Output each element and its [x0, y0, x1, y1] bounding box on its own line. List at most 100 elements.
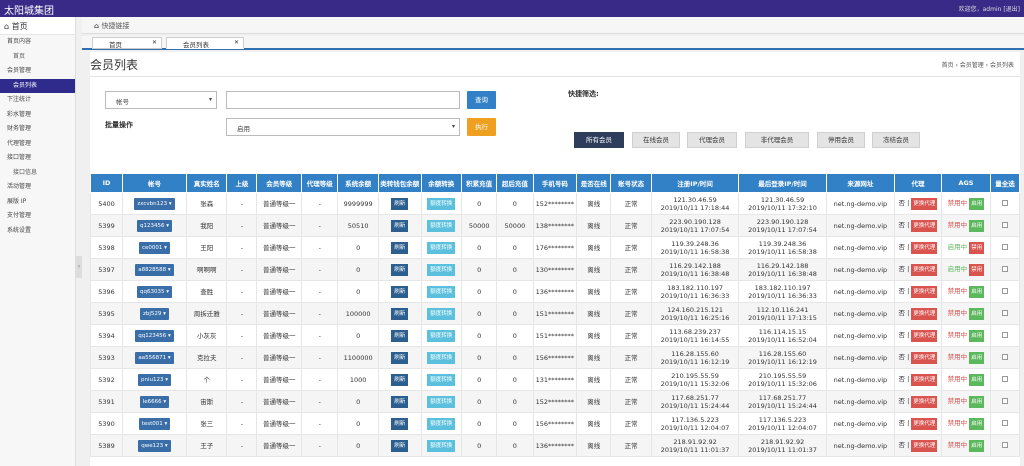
account-dropdown[interactable]: qq123456 ▾: [135, 329, 174, 342]
row-checkbox[interactable]: [1002, 287, 1008, 294]
row-checkbox[interactable]: [1002, 221, 1008, 228]
sidebar-item[interactable]: 首页内容: [0, 35, 75, 50]
search-input[interactable]: [226, 91, 460, 109]
refresh-button[interactable]: 刷新: [391, 395, 409, 408]
refresh-button[interactable]: 刷新: [391, 329, 409, 342]
row-checkbox[interactable]: [1002, 441, 1008, 448]
account-dropdown[interactable]: aa556871 ▾: [135, 351, 174, 364]
refresh-button[interactable]: 刷新: [391, 197, 409, 210]
tab-member-list[interactable]: 会员列表 ✕: [166, 37, 244, 49]
enable-button[interactable]: 启用: [969, 351, 985, 364]
enable-button[interactable]: 启用: [969, 329, 985, 342]
disable-button[interactable]: 禁用: [969, 241, 985, 254]
row-checkbox[interactable]: [1002, 309, 1008, 316]
enable-button[interactable]: 启用: [969, 219, 985, 232]
enable-button[interactable]: 启用: [969, 395, 985, 408]
close-icon[interactable]: ✕: [152, 39, 157, 46]
sidebar-home[interactable]: ⌂ 首页: [0, 17, 75, 35]
refresh-button[interactable]: 刷新: [391, 285, 409, 298]
change-proxy-button[interactable]: 更换代理: [911, 197, 938, 210]
row-checkbox[interactable]: [1002, 243, 1008, 250]
close-icon[interactable]: ✕: [234, 39, 239, 46]
refresh-button[interactable]: 刷新: [391, 241, 409, 254]
account-dropdown[interactable]: pniu123 ▾: [137, 373, 171, 386]
sidebar-item[interactable]: 代理管理: [0, 137, 75, 152]
sidebar-item[interactable]: 支付管理: [0, 209, 75, 224]
account-dropdown[interactable]: le6666 ▾: [139, 395, 170, 408]
disable-button[interactable]: 禁用: [969, 263, 985, 276]
quick-filter-button[interactable]: 在线会员: [632, 132, 680, 148]
change-proxy-button[interactable]: 更换代理: [911, 329, 938, 342]
change-proxy-button[interactable]: 更换代理: [911, 395, 938, 408]
refresh-button[interactable]: 刷新: [391, 373, 409, 386]
refresh-button[interactable]: 刷新: [391, 263, 409, 276]
transfer-button[interactable]: 额度转换: [427, 351, 456, 364]
quick-filter-button[interactable]: 冻结会员: [872, 132, 920, 148]
quick-filter-button[interactable]: 停用会员: [817, 132, 865, 148]
batch-select[interactable]: 启用 ▾: [226, 118, 460, 136]
account-dropdown[interactable]: zxcvbn123 ▾: [134, 197, 175, 210]
sidebar-item[interactable]: 会员列表: [0, 78, 75, 93]
row-checkbox[interactable]: [1002, 265, 1008, 272]
change-proxy-button[interactable]: 更换代理: [911, 263, 938, 276]
refresh-button[interactable]: 刷新: [391, 417, 409, 430]
enable-button[interactable]: 启用: [969, 307, 985, 320]
enable-button[interactable]: 启用: [969, 197, 985, 210]
account-dropdown[interactable]: test001 ▾: [138, 417, 171, 430]
welcome-text[interactable]: 欢迎您，admin [退出]: [959, 4, 1020, 13]
refresh-button[interactable]: 刷新: [391, 219, 409, 232]
account-dropdown[interactable]: q123456 ▾: [136, 219, 172, 232]
row-checkbox[interactable]: [1002, 353, 1008, 360]
sidebar-item[interactable]: 系统设置: [0, 224, 75, 239]
change-proxy-button[interactable]: 更换代理: [911, 417, 938, 430]
account-dropdown[interactable]: zbj529 ▾: [140, 307, 169, 320]
change-proxy-button[interactable]: 更换代理: [911, 439, 938, 452]
change-proxy-button[interactable]: 更换代理: [911, 285, 938, 298]
quick-filter-button[interactable]: 代理会员: [687, 132, 737, 148]
transfer-button[interactable]: 额度转换: [427, 329, 456, 342]
sidebar-item[interactable]: 展版 IP: [0, 195, 75, 210]
enable-button[interactable]: 启用: [969, 417, 985, 430]
change-proxy-button[interactable]: 更换代理: [911, 241, 938, 254]
row-checkbox[interactable]: [1002, 419, 1008, 426]
transfer-button[interactable]: 额度转换: [427, 439, 456, 452]
sidebar-item[interactable]: 接口信息: [0, 166, 75, 181]
transfer-button[interactable]: 额度转换: [427, 197, 456, 210]
row-checkbox[interactable]: [1002, 397, 1008, 404]
sidebar-item[interactable]: 下注统计: [0, 93, 75, 108]
transfer-button[interactable]: 额度转换: [427, 241, 456, 254]
refresh-button[interactable]: 刷新: [391, 351, 409, 364]
change-proxy-button[interactable]: 更换代理: [911, 351, 938, 364]
row-checkbox[interactable]: [1002, 199, 1008, 206]
transfer-button[interactable]: 额度转换: [427, 263, 456, 276]
transfer-button[interactable]: 额度转换: [427, 395, 456, 408]
sidebar-item[interactable]: 活动管理: [0, 180, 75, 195]
change-proxy-button[interactable]: 更换代理: [911, 219, 938, 232]
refresh-button[interactable]: 刷新: [391, 439, 409, 452]
sidebar-item[interactable]: 财务管理: [0, 122, 75, 137]
row-checkbox[interactable]: [1002, 375, 1008, 382]
refresh-button[interactable]: 刷新: [391, 307, 409, 320]
execute-button[interactable]: 执行: [467, 118, 496, 136]
account-dropdown[interactable]: a8828588 ▾: [135, 263, 174, 276]
field-select[interactable]: 帐号 ▾: [105, 91, 217, 109]
search-button[interactable]: 查询: [467, 91, 496, 109]
sidebar-item[interactable]: 彩水管理: [0, 108, 75, 123]
sidebar-item[interactable]: 接口管理: [0, 151, 75, 166]
quick-filter-button[interactable]: 所有会员: [574, 132, 624, 148]
quick-filter-button[interactable]: 非代理会员: [745, 132, 809, 148]
sidebar-item[interactable]: 会员管理: [0, 64, 75, 79]
transfer-button[interactable]: 额度转换: [427, 219, 456, 232]
tab-home[interactable]: 首页 ✕: [92, 37, 162, 49]
account-dropdown[interactable]: qq63035 ▾: [136, 285, 172, 298]
change-proxy-button[interactable]: 更换代理: [911, 373, 938, 386]
account-dropdown[interactable]: ce0001 ▾: [139, 241, 170, 254]
enable-button[interactable]: 启用: [969, 373, 985, 386]
account-dropdown[interactable]: qwe123 ▾: [138, 439, 171, 452]
row-checkbox[interactable]: [1002, 331, 1008, 338]
transfer-button[interactable]: 额度转换: [427, 285, 456, 298]
transfer-button[interactable]: 额度转换: [427, 417, 456, 430]
breadcrumb[interactable]: 首页 › 会员管理 › 会员列表: [942, 60, 1014, 69]
transfer-button[interactable]: 额度转换: [427, 373, 456, 386]
sidebar-collapse-handle[interactable]: ‹: [76, 256, 82, 278]
